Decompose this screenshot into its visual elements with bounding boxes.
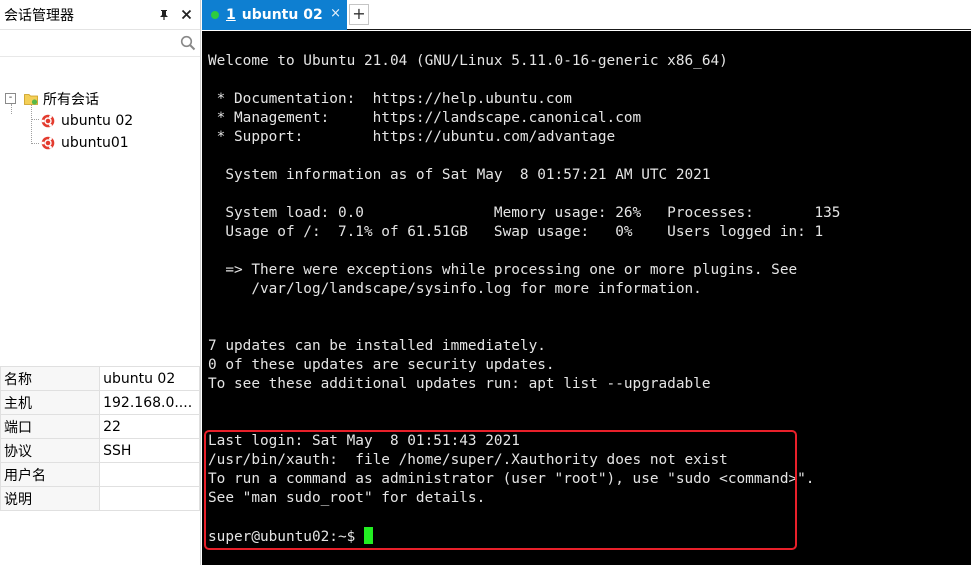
- terminal-prompt-line: super@ubuntu02:~$: [208, 527, 971, 546]
- panel-title: 会话管理器: [4, 7, 74, 24]
- session-properties-table: 名称 ubuntu 02 主机 192.168.0.... 端口 22 协议 S…: [0, 366, 200, 511]
- property-row-protocol: 协议 SSH: [0, 438, 200, 463]
- terminal-line: /usr/bin/xauth: file /home/super/.Xautho…: [208, 452, 728, 468]
- ubuntu-session-icon: [41, 136, 55, 150]
- terminal-screen[interactable]: Welcome to Ubuntu 21.04 (GNU/Linux 5.11.…: [202, 31, 971, 565]
- terminal-line: Usage of /: 7.1% of 61.51GB Swap usage: …: [208, 224, 824, 240]
- tab-ubuntu-02[interactable]: 1 ubuntu 02 ×: [202, 0, 347, 30]
- property-key: 名称: [0, 366, 101, 391]
- terminal-line: => There were exceptions while processin…: [208, 262, 798, 278]
- connection-status-icon: [211, 11, 219, 19]
- session-label: ubuntu 02: [61, 113, 134, 129]
- property-value: [99, 486, 200, 511]
- tree-collapse-toggle[interactable]: -: [5, 93, 16, 104]
- pin-icon[interactable]: [156, 7, 172, 23]
- terminal-cursor: [363, 527, 373, 544]
- tab-close-icon[interactable]: ×: [330, 6, 341, 21]
- property-key: 协议: [0, 438, 101, 463]
- tab-label: ubuntu 02: [241, 7, 323, 23]
- session-tree: - 所有会话 ubuntu 02 ubuntu01: [0, 57, 200, 362]
- session-item-ubuntu01[interactable]: ubuntu01: [40, 132, 129, 154]
- terminal-line: * Management: https://landscape.canonica…: [208, 110, 642, 126]
- terminal-line: /var/log/landscape/sysinfo.log for more …: [208, 281, 702, 297]
- property-key: 用户名: [0, 462, 101, 487]
- terminal-line: Welcome to Ubuntu 21.04 (GNU/Linux 5.11.…: [208, 53, 728, 69]
- property-row-name: 名称 ubuntu 02: [0, 366, 200, 391]
- new-tab-button[interactable]: +: [349, 4, 369, 25]
- terminal-line: 0 of these updates are security updates.: [208, 357, 555, 373]
- property-row-username: 用户名: [0, 462, 200, 487]
- property-value: [99, 462, 200, 487]
- property-value: ubuntu 02: [99, 366, 200, 391]
- terminal-area: 1 ubuntu 02 × + Welcome to Ubuntu 21.04 …: [202, 0, 971, 565]
- session-item-ubuntu-02[interactable]: ubuntu 02: [40, 110, 133, 132]
- property-key: 端口: [0, 414, 101, 439]
- terminal-line: System load: 0.0 Memory usage: 26% Proce…: [208, 205, 841, 221]
- folder-icon: [24, 94, 38, 105]
- property-row-description: 说明: [0, 486, 200, 511]
- property-value: 192.168.0....: [99, 390, 200, 415]
- property-value: 22: [99, 414, 200, 439]
- terminal-line: To see these additional updates run: apt…: [208, 376, 711, 392]
- search-icon[interactable]: [180, 35, 196, 51]
- tab-number: 1: [226, 7, 236, 23]
- close-icon[interactable]: [178, 7, 194, 23]
- terminal-prompt: super@ubuntu02:~$: [208, 529, 364, 545]
- tab-bar: 1 ubuntu 02 × +: [202, 0, 971, 30]
- property-value: SSH: [99, 438, 200, 463]
- session-label: ubuntu01: [61, 135, 129, 151]
- terminal-line: Last login: Sat May 8 01:51:43 2021: [208, 433, 520, 449]
- terminal-line: System information as of Sat May 8 01:57…: [208, 167, 711, 183]
- terminal-line: * Documentation: https://help.ubuntu.com: [208, 91, 572, 107]
- terminal-line: See "man sudo_root" for details.: [208, 490, 486, 506]
- property-key: 主机: [0, 390, 101, 415]
- property-key: 说明: [0, 486, 101, 511]
- panel-header: 会话管理器: [0, 0, 200, 30]
- terminal-line: 7 updates can be installed immediately.: [208, 338, 546, 354]
- session-manager-panel: 会话管理器 - 所有会话 ubuntu 02 ubuntu01 名称 ubunt…: [0, 0, 201, 565]
- terminal-line: * Support: https://ubuntu.com/advantage: [208, 129, 616, 145]
- terminal-line: To run a command as administrator (user …: [208, 471, 815, 487]
- property-row-port: 端口 22: [0, 414, 200, 439]
- tree-root-all-sessions[interactable]: 所有会话: [24, 88, 99, 110]
- property-row-host: 主机 192.168.0....: [0, 390, 200, 415]
- terminal-output: Welcome to Ubuntu 21.04 (GNU/Linux 5.11.…: [208, 52, 971, 527]
- ubuntu-session-icon: [41, 114, 55, 128]
- tree-root-label: 所有会话: [43, 92, 99, 108]
- search-row: [0, 30, 200, 57]
- search-input[interactable]: [0, 30, 180, 56]
